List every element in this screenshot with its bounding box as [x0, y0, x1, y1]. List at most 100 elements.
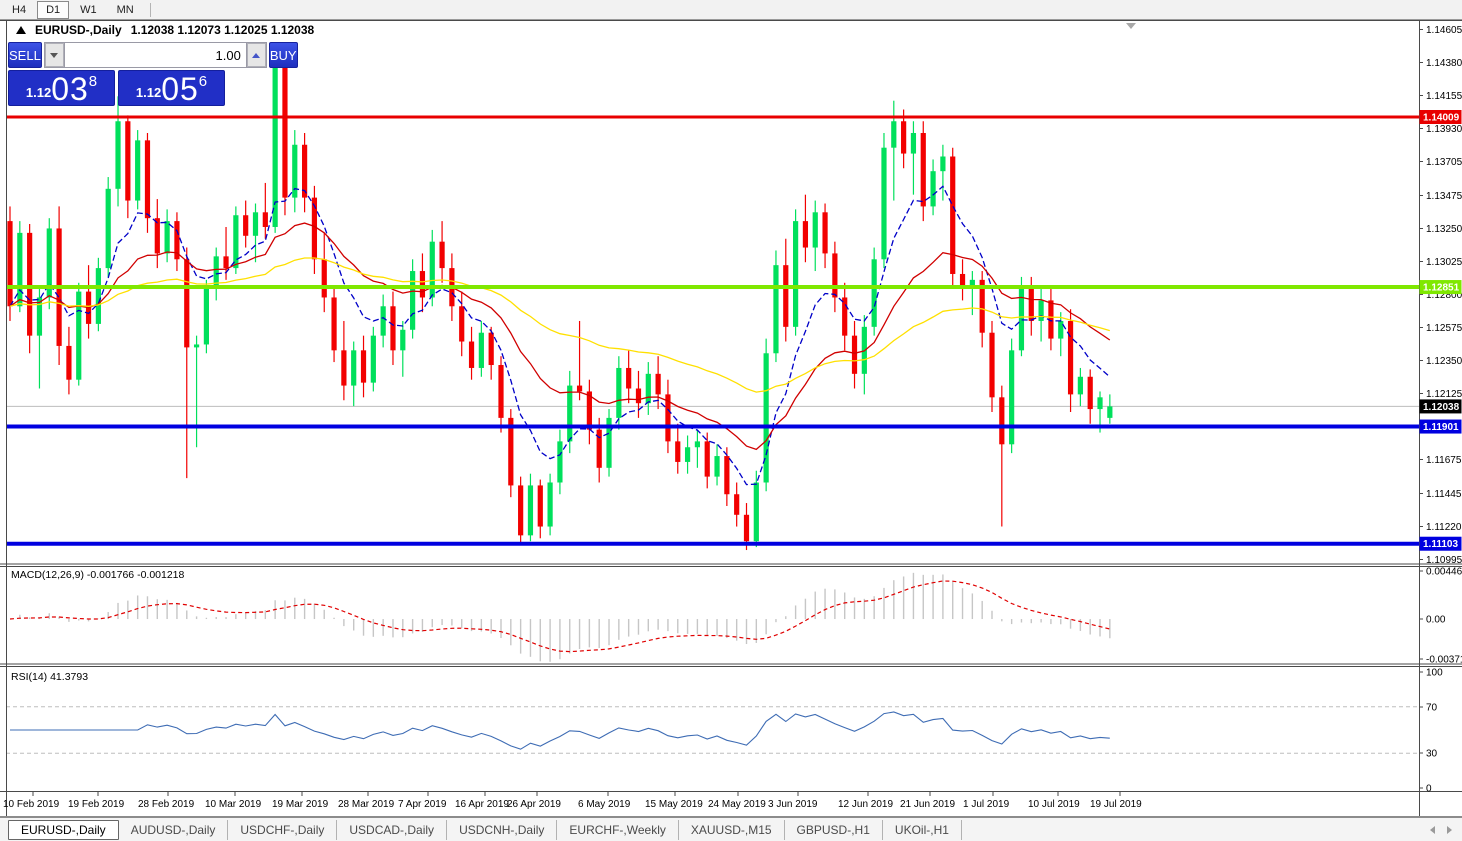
candle-body [351, 350, 357, 386]
timeframe-button-w1[interactable]: W1 [71, 1, 106, 19]
svg-text:1 Jul 2019: 1 Jul 2019 [963, 799, 1010, 810]
candle-body [930, 171, 936, 207]
svg-text:0.00: 0.00 [1426, 615, 1446, 626]
svg-text:7 Apr 2019: 7 Apr 2019 [398, 799, 447, 810]
one-click-trading-panel: SELL BUY 1.12 03 8 1.12 05 6 [8, 42, 298, 106]
svg-text:0.004465: 0.004465 [1426, 567, 1462, 578]
timeframe-button-d1[interactable]: D1 [37, 0, 70, 19]
svg-text:1.14155: 1.14155 [1426, 91, 1462, 102]
svg-text:-0.003715: -0.003715 [1426, 655, 1462, 666]
scroll-left-icon[interactable] [1430, 825, 1435, 834]
candle-body [390, 306, 396, 351]
candle-body [557, 441, 563, 483]
svg-text:1.13705: 1.13705 [1426, 157, 1462, 168]
candle-body [144, 140, 151, 219]
candle-body [518, 485, 524, 536]
candle-body [684, 447, 691, 462]
svg-text:1.13025: 1.13025 [1426, 257, 1462, 268]
candle-body [920, 133, 926, 207]
candle-body [321, 259, 327, 298]
arrow-up-icon [252, 52, 261, 58]
candle-body [439, 241, 445, 269]
timeframe-button-h4[interactable]: H4 [3, 1, 35, 19]
candle-body [734, 494, 740, 515]
candle-body [125, 121, 131, 201]
svg-text:15 May 2019: 15 May 2019 [645, 799, 703, 810]
scroll-right-icon[interactable] [1447, 825, 1452, 834]
candle-body [233, 215, 239, 269]
buy-price-panel[interactable]: 1.12 05 6 [118, 70, 225, 106]
tab-eurchf-weekly[interactable]: EURCHF-,Weekly [557, 819, 679, 840]
expand-arrow-icon[interactable] [16, 25, 26, 34]
svg-text:19 Mar 2019: 19 Mar 2019 [272, 799, 329, 810]
chart-title: EURUSD-,Daily 1.12038 1.12073 1.12025 1.… [16, 22, 314, 37]
sell-price-panel[interactable]: 1.12 03 8 [8, 70, 115, 106]
tab-xauusd-m15[interactable]: XAUUSD-,M15 [679, 819, 785, 840]
candle-body [959, 273, 966, 286]
svg-text:1.13930: 1.13930 [1426, 124, 1462, 135]
volume-input[interactable] [63, 43, 247, 67]
tab-audusd-daily[interactable]: AUDUSD-,Daily [119, 819, 229, 840]
volume-increase-button[interactable] [246, 43, 266, 67]
svg-text:1.13475: 1.13475 [1426, 191, 1462, 202]
candle-body [1058, 320, 1064, 339]
candle-body [135, 140, 141, 201]
candle-body [694, 441, 700, 448]
candle-body [871, 259, 877, 327]
tab-usdcad-daily[interactable]: USDCAD-,Daily [337, 819, 448, 840]
buy-button[interactable]: BUY [268, 42, 298, 68]
tab-usdcnh-daily[interactable]: USDCNH-,Daily [447, 819, 558, 840]
svg-text:1.11675: 1.11675 [1426, 455, 1462, 466]
svg-text:30: 30 [1426, 749, 1438, 760]
svg-text:10 Mar 2019: 10 Mar 2019 [205, 799, 262, 810]
candle-body [164, 221, 170, 254]
price-badge: 1.12038 [1419, 399, 1462, 414]
candle-body [724, 456, 730, 495]
chart-canvas[interactable]: 1.14605 1.14380 1.14155 1.13930 1.13705 1.134… [0, 20, 1462, 817]
svg-text:70: 70 [1426, 702, 1438, 713]
candle-body [223, 256, 229, 269]
candle-body [881, 147, 887, 260]
price-badge: 1.12851 [1419, 280, 1462, 295]
chart-tabs-bar: EURUSD-,Daily AUDUSD-,Daily USDCHF-,Dail… [0, 817, 1462, 841]
candle-body [812, 212, 818, 248]
candle-body [635, 388, 642, 404]
candle-body [292, 144, 298, 198]
sell-price-pip: 8 [88, 73, 98, 90]
candle-body [252, 212, 259, 236]
timeframe-button-mn[interactable]: MN [108, 1, 143, 19]
candle-body [27, 232, 33, 336]
candle-body [1018, 287, 1025, 351]
sell-button[interactable]: SELL [8, 42, 42, 68]
tab-ukoil-h1[interactable]: UKOil-,H1 [883, 819, 962, 840]
volume-decrease-button[interactable] [44, 43, 64, 67]
candle-body [537, 485, 543, 527]
candle-body [567, 385, 573, 442]
candle-body [184, 259, 190, 348]
candle-body [527, 485, 534, 536]
candle-body [488, 332, 494, 366]
svg-text:1.12575: 1.12575 [1426, 323, 1462, 334]
candle-body [783, 265, 789, 327]
svg-text:21 Jun 2019: 21 Jun 2019 [900, 799, 955, 810]
candle-body [95, 268, 101, 324]
price-badge: 1.11901 [1419, 419, 1462, 434]
candle-body [1077, 376, 1083, 395]
tab-gbpusd-h1[interactable]: GBPUSD-,H1 [785, 819, 883, 840]
candle-body [468, 341, 475, 368]
candle-body [940, 156, 946, 172]
candle-body [675, 441, 681, 462]
candle-body [793, 221, 799, 327]
candle-body [989, 332, 995, 398]
tab-usdchf-daily[interactable]: USDCHF-,Daily [228, 819, 338, 840]
candle-body [341, 350, 347, 386]
candle-body [370, 335, 376, 383]
candle-body [1107, 406, 1113, 418]
svg-text:1.11445: 1.11445 [1426, 489, 1462, 500]
candle-body [822, 212, 828, 254]
tab-eurusd-daily[interactable]: EURUSD-,Daily [8, 819, 119, 840]
candle-body [616, 367, 622, 418]
candle-body [262, 212, 268, 227]
svg-text:6 May 2019: 6 May 2019 [578, 799, 631, 810]
svg-text:1.11220: 1.11220 [1426, 522, 1462, 533]
